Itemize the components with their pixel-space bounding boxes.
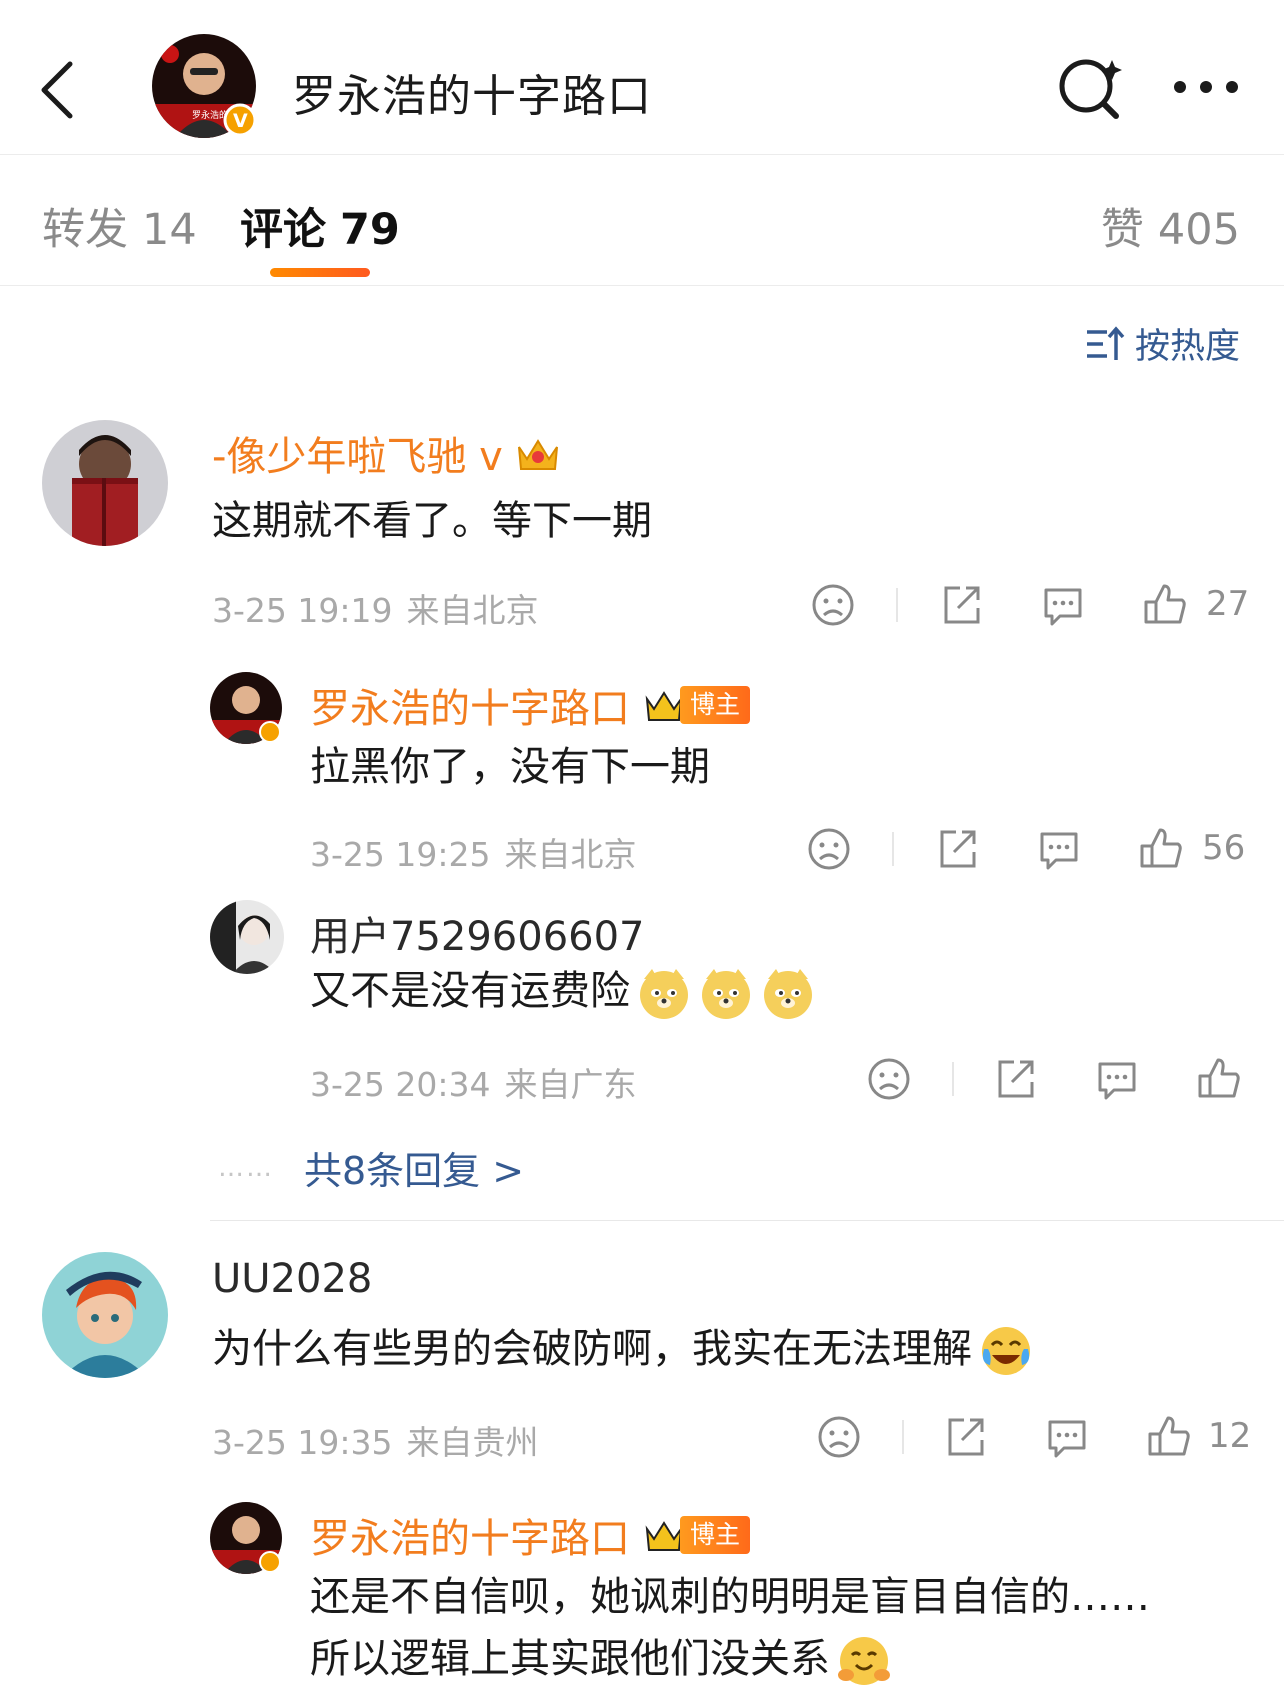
tab-like-label: 赞 [1100, 205, 1144, 255]
comment-text: 为什么有些男的会破防啊，我实在无法理解 [212, 1318, 1034, 1380]
reply-icon[interactable] [1036, 826, 1082, 872]
doge-emoji-icon [702, 969, 750, 1019]
like-icon[interactable] [1138, 826, 1184, 872]
author-badge: 博主 [644, 685, 751, 725]
reply-date: 3-25 20:34 [310, 1065, 491, 1104]
reply-actions [866, 1056, 1250, 1106]
reply-icon[interactable] [1040, 582, 1086, 628]
share-icon[interactable] [934, 826, 980, 872]
reply-author-name[interactable]: 用户7529606607 [310, 904, 645, 962]
reply-author-name-text: 用户7529606607 [310, 914, 645, 960]
avatar[interactable] [42, 1252, 168, 1378]
header-avatar[interactable]: 罗永浩的十字路 V [152, 34, 262, 144]
reply-author-name-text: 罗永浩的十字路口 [310, 1516, 630, 1562]
more-replies-label: 共8条回复 > [304, 1149, 525, 1193]
comment-meta: 3-25 19:19 来自北京 [212, 584, 539, 632]
reply-location: 来自北京 [504, 835, 637, 874]
comment-text-content: 为什么有些男的会破防啊，我实在无法理解 [212, 1326, 972, 1372]
page-title: 罗永浩的十字路口 [292, 71, 652, 122]
tab-like-count: 405 [1157, 205, 1240, 255]
reply-text-line2: 所以逻辑上其实跟他们没关系 [310, 1628, 892, 1690]
reply-date: 3-25 19:25 [310, 835, 491, 874]
tab-repost[interactable]: 转发 14 [42, 195, 197, 257]
like-icon[interactable] [1196, 1056, 1242, 1102]
like-icon[interactable] [1142, 582, 1188, 628]
comment-actions: 27 [810, 582, 1250, 632]
comment-date: 3-25 19:35 [212, 1423, 393, 1462]
dislike-face-icon[interactable] [810, 582, 856, 628]
crown-badge-icon [517, 439, 558, 470]
avatar[interactable] [210, 672, 284, 746]
crown-icon [645, 1521, 683, 1551]
author-badge-label: 博主 [680, 1516, 751, 1554]
laugh-cry-emoji-icon [982, 1327, 1030, 1375]
comment-divider [210, 1220, 1284, 1221]
like-icon[interactable] [1146, 1414, 1192, 1460]
share-icon[interactable] [938, 582, 984, 628]
avatar[interactable] [210, 900, 284, 974]
avatar[interactable] [210, 1502, 284, 1576]
like-count: 27 [1206, 584, 1250, 624]
reply-meta: 3-25 19:25 来自北京 [310, 828, 637, 876]
tab-like[interactable]: 赞 405 [1101, 195, 1240, 257]
comment-text: 这期就不看了。等下一期 [212, 498, 652, 544]
reply-text-content: 又不是没有运费险 [310, 968, 630, 1014]
more-replies-dots: …… [218, 1152, 274, 1183]
tab-repost-count: 14 [142, 205, 197, 255]
tab-comment[interactable]: 评论 79 [240, 195, 400, 257]
comment-date: 3-25 19:19 [212, 591, 393, 630]
reply-text: 又不是没有运费险 [310, 960, 816, 1022]
tab-bar: 转发 14 评论 79 赞 405 [0, 155, 1284, 286]
back-button[interactable] [28, 50, 88, 130]
tab-comment-count: 79 [340, 205, 400, 255]
top-bar: 罗永浩的十字路 V 罗永浩的十字路口 [0, 0, 1284, 155]
like-count: 56 [1202, 828, 1246, 868]
comment-location: 来自北京 [406, 591, 539, 630]
avatar[interactable] [42, 420, 168, 546]
reply-author-name[interactable]: 罗永浩的十字路口 博主 [310, 1506, 751, 1564]
tab-repost-label: 转发 [42, 205, 128, 255]
commenter-name[interactable]: UU2028 [212, 1256, 372, 1302]
commenter-name[interactable]: -像少年啦飞驰 v [212, 424, 561, 482]
commenter-name-text: -像少年啦飞驰 v [212, 434, 503, 480]
back-arrow-icon [41, 61, 73, 119]
like-count: 12 [1208, 1416, 1252, 1456]
doge-emoji-icon [764, 969, 812, 1019]
reply-actions: 56 [806, 826, 1250, 876]
comment-meta: 3-25 19:35 来自贵州 [212, 1416, 539, 1464]
reply-icon[interactable] [1094, 1056, 1140, 1102]
reply-text: 拉黑你了，没有下一期 [310, 744, 710, 790]
search-icon[interactable] [1054, 52, 1126, 124]
reply-icon[interactable] [1044, 1414, 1090, 1460]
crown-icon [645, 691, 683, 721]
comment-actions: 12 [816, 1414, 1252, 1464]
sort-icon [1086, 325, 1125, 360]
reply-meta: 3-25 20:34 来自广东 [310, 1058, 637, 1106]
share-icon[interactable] [992, 1056, 1038, 1102]
doge-emoji-icon [640, 969, 688, 1019]
tab-comment-label: 评论 [240, 205, 326, 255]
author-badge: 博主 [644, 1515, 751, 1555]
hug-emoji-icon [838, 1637, 890, 1685]
dislike-face-icon[interactable] [806, 826, 852, 872]
svg-text:V: V [233, 110, 248, 132]
more-replies-link[interactable]: …… 共8条回复 > [218, 1140, 524, 1195]
reply-text-content: 所以逻辑上其实跟他们没关系 [310, 1636, 830, 1682]
comment-location: 来自贵州 [406, 1423, 539, 1462]
share-icon[interactable] [942, 1414, 988, 1460]
commenter-name-text: UU2028 [212, 1256, 373, 1302]
more-icon[interactable] [1172, 70, 1240, 104]
dislike-face-icon[interactable] [816, 1414, 862, 1460]
sort-label: 按热度 [1134, 327, 1240, 367]
reply-text-line1: 还是不自信呗，她讽刺的明明是盲目自信的…… [310, 1574, 1150, 1620]
dislike-face-icon[interactable] [866, 1056, 912, 1102]
author-badge-label: 博主 [680, 686, 751, 724]
reply-location: 来自广东 [504, 1065, 637, 1104]
sort-button[interactable]: 按热度 [1085, 318, 1240, 369]
active-tab-underline [270, 268, 370, 277]
reply-author-name[interactable]: 罗永浩的十字路口 博主 [310, 676, 751, 734]
reply-author-name-text: 罗永浩的十字路口 [310, 686, 630, 732]
